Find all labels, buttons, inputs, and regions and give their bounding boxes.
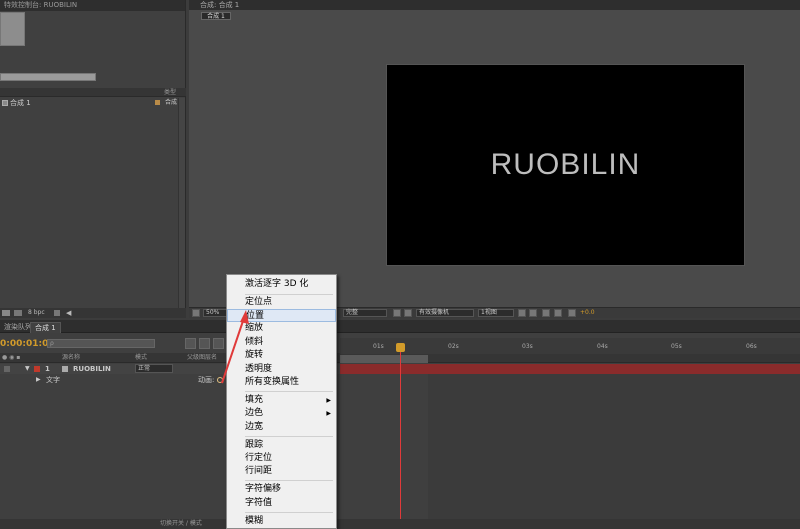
menu-item-enable-3d[interactable]: 激活逐字 3D 化 <box>227 278 336 291</box>
text-layer-icon <box>62 366 68 372</box>
av-features-icon: ● ◉ ▪ <box>2 354 21 361</box>
exposure-icon[interactable] <box>568 309 576 317</box>
camera-dropdown[interactable]: 有效摄像机 <box>416 309 474 317</box>
blend-mode-dropdown[interactable]: 正常 <box>135 364 173 373</box>
toggle-switches-modes-button[interactable]: 切换开关 / 模式 <box>160 519 202 529</box>
menu-item-stroke-color[interactable]: 边色 ▶ <box>227 407 336 420</box>
animate-add-icon[interactable] <box>217 377 223 383</box>
current-time-indicator[interactable] <box>400 346 401 529</box>
shy-layers-icon[interactable] <box>213 338 224 349</box>
source-name-column[interactable]: 源名称 <box>62 353 80 363</box>
project-item-row[interactable]: 合成 1 合成 1 <box>0 98 186 108</box>
flowchart-icon[interactable] <box>554 309 562 317</box>
timeline-search-input[interactable]: ρ <box>47 339 155 348</box>
text-group-label: 文字 <box>46 376 60 384</box>
composition-icon <box>2 100 8 106</box>
draft-3d-icon[interactable] <box>199 338 210 349</box>
menu-item-tracking[interactable]: 跟踪 <box>227 439 336 452</box>
new-comp-icon[interactable] <box>14 310 22 316</box>
menu-separator <box>245 436 333 437</box>
views-dropdown[interactable]: 1视图 <box>478 309 514 317</box>
canvas-text: RUOBILIN <box>490 148 641 181</box>
menu-item-label: 边色 <box>245 408 264 418</box>
ruler-tick: 05s <box>671 343 682 350</box>
layer-index: 1 <box>45 365 50 373</box>
parent-column[interactable]: 父级图层名 <box>187 353 217 363</box>
expand-chevron-icon[interactable]: ▼ <box>25 364 30 374</box>
viewer-tab[interactable]: 合成: 合成 1 <box>200 0 239 10</box>
animate-label[interactable]: 动画: <box>198 375 214 385</box>
project-scrollbar[interactable] <box>0 73 96 81</box>
menu-separator <box>245 480 333 481</box>
comp-mini-flowchart-icon[interactable] <box>185 338 196 349</box>
menu-item-all-transform[interactable]: 所有变换属性 <box>227 376 336 389</box>
menu-separator <box>245 512 333 513</box>
scroll-left-icon[interactable]: ◀ <box>66 308 71 318</box>
work-area-bar[interactable] <box>340 355 428 363</box>
timeline-footer: 切换开关 / 模式 <box>0 519 800 529</box>
menu-item-scale[interactable]: 缩放 <box>227 322 336 335</box>
tab-comp-1[interactable]: 合成 1 <box>30 322 61 333</box>
timeline-tab-bar <box>0 320 800 333</box>
folder-icon[interactable] <box>2 310 10 316</box>
layer-label-color[interactable] <box>34 366 40 372</box>
menu-item-position[interactable]: 位置 <box>227 309 336 322</box>
project-column-header: 类型 <box>0 88 186 97</box>
expand-triangle-icon[interactable]: ▶ <box>36 375 41 385</box>
viewer-tab-bar <box>189 0 800 10</box>
menu-item-character-value[interactable]: 字符值 <box>227 497 336 510</box>
comp-breadcrumb-button[interactable]: 合成 1 <box>201 12 231 20</box>
bpc-label[interactable]: 8 bpc <box>28 308 45 318</box>
type-column-label[interactable]: 类型 <box>164 88 176 97</box>
ruler-tick: 02s <box>448 343 459 350</box>
exposure-value[interactable]: +0.0 <box>580 309 595 316</box>
layer-name[interactable]: RUOBILIN <box>73 364 111 374</box>
ruler-tick: 06s <box>746 343 757 350</box>
effect-controls-title[interactable]: 特效控制台: RUOBILIN <box>0 0 185 11</box>
mode-column[interactable]: 模式 <box>135 353 147 363</box>
menu-item-character-offset[interactable]: 字符偏移 <box>227 483 336 496</box>
menu-item-fill-color[interactable]: 填充 ▶ <box>227 394 336 407</box>
resolution-dropdown[interactable]: 完整 <box>343 309 387 317</box>
always-preview-icon[interactable] <box>192 309 200 317</box>
menu-item-line-anchor[interactable]: 行定位 <box>227 452 336 465</box>
project-footer: 8 bpc ◀ <box>0 308 186 318</box>
current-time-indicator-head[interactable] <box>396 343 405 352</box>
menu-item-anchor-point[interactable]: 定位点 <box>227 296 336 309</box>
menu-item-stroke-width[interactable]: 边宽 <box>227 421 336 434</box>
timeline-track-area[interactable] <box>428 374 800 529</box>
visibility-icon[interactable] <box>4 366 10 372</box>
zoom-dropdown[interactable]: 50% <box>203 309 227 317</box>
menu-item-label: 填充 <box>245 395 264 405</box>
fast-preview-icon[interactable] <box>529 309 537 317</box>
menu-item-opacity[interactable]: 透明度 <box>227 363 336 376</box>
project-panel: 特效控制台: RUOBILIN <box>0 0 186 318</box>
project-vscrollbar[interactable] <box>178 98 185 308</box>
ruler-tick: 04s <box>597 343 608 350</box>
ruler-tick: 03s <box>522 343 533 350</box>
project-thumbnail <box>0 12 25 46</box>
ruler-tick: 01s <box>373 343 384 350</box>
trash-icon[interactable] <box>54 310 60 316</box>
menu-separator <box>245 294 333 295</box>
time-ruler[interactable] <box>340 338 800 354</box>
composition-canvas[interactable]: RUOBILIN <box>386 64 745 266</box>
project-item-name: 合成 1 <box>10 99 31 107</box>
submenu-arrow-icon: ▶ <box>326 410 331 417</box>
menu-item-line-spacing[interactable]: 行间距 <box>227 465 336 478</box>
timeline-icon[interactable] <box>542 309 550 317</box>
region-icon[interactable] <box>393 309 401 317</box>
label-color-swatch[interactable] <box>155 100 160 105</box>
menu-item-rotation[interactable]: 旋转 <box>227 349 336 362</box>
toggle-pixel-aspect-icon[interactable] <box>518 309 526 317</box>
menu-item-blur[interactable]: 模糊 <box>227 515 336 528</box>
menu-separator <box>245 391 333 392</box>
layer-duration-bar[interactable] <box>340 364 800 374</box>
text-animate-context-menu: 激活逐字 3D 化 定位点 位置 缩放 倾斜 旋转 透明度 所有变换属性 填充 ▶… <box>226 274 337 529</box>
menu-item-skew[interactable]: 倾斜 <box>227 336 336 349</box>
submenu-arrow-icon: ▶ <box>326 397 331 404</box>
transparency-grid-icon[interactable] <box>404 309 412 317</box>
